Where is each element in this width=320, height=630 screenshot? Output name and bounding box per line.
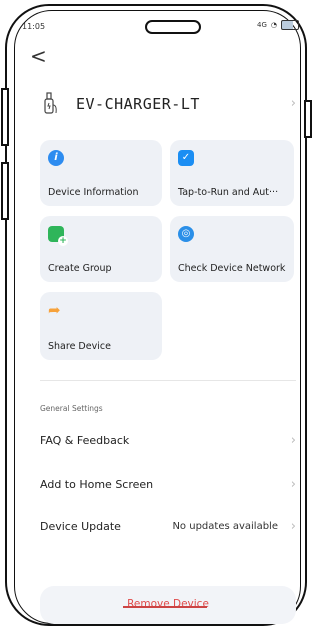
share-device-card[interactable]: ➦ Share Device	[40, 292, 162, 360]
row-label: FAQ & Feedback	[40, 433, 130, 447]
card-label: Tap-to-Run and Aut···	[178, 187, 279, 198]
section-label: General Settings	[40, 404, 103, 413]
remove-device-button[interactable]: Remove Device	[40, 586, 296, 624]
side-button-volume-down	[1, 162, 9, 220]
side-button-volume-up	[1, 88, 9, 146]
row-label: Add to Home Screen	[40, 477, 154, 491]
chevron-right-icon: ›	[290, 96, 296, 111]
remove-device-label: Remove Device	[127, 598, 209, 610]
chevron-right-icon: ›	[290, 433, 296, 448]
update-status: No updates available	[172, 520, 278, 532]
card-label: Check Device Network	[178, 263, 286, 274]
check-shield-icon: ✓	[178, 150, 194, 166]
share-arrow-icon: ➦	[48, 301, 61, 319]
chevron-right-icon: ›	[290, 519, 296, 534]
notch	[145, 20, 201, 34]
device-information-card[interactable]: i Device Information	[40, 140, 162, 206]
wifi-icon: ◔	[270, 21, 277, 29]
cellular-label: 4G	[257, 21, 267, 29]
info-icon: i	[48, 150, 64, 166]
card-label: Share Device	[48, 341, 111, 352]
status-time: 11:05	[22, 22, 46, 31]
side-button-power	[304, 100, 312, 138]
tap-to-run-card[interactable]: ✓ Tap-to-Run and Aut···	[170, 140, 294, 206]
add-to-home-row[interactable]: Add to Home Screen ›	[40, 474, 296, 494]
chevron-right-icon: ›	[290, 477, 296, 492]
faq-feedback-row[interactable]: FAQ & Feedback ›	[40, 430, 296, 450]
device-update-row[interactable]: Device Update No updates available ›	[40, 516, 296, 536]
home-indicator	[123, 606, 207, 608]
battery-icon	[281, 20, 299, 30]
check-network-card[interactable]: ◎ Check Device Network	[170, 216, 294, 282]
add-group-icon: +	[48, 226, 68, 246]
divider	[40, 380, 296, 381]
ev-charger-icon	[44, 92, 57, 114]
card-label: Device Information	[48, 187, 139, 198]
status-icons: 4G ◔	[257, 20, 299, 30]
network-icon: ◎	[178, 226, 194, 242]
card-label: Create Group	[48, 263, 112, 274]
back-button[interactable]: <	[30, 44, 47, 68]
device-header[interactable]: EV-CHARGER-LT ›	[40, 90, 300, 118]
device-name: EV-CHARGER-LT	[76, 95, 200, 113]
row-label: Device Update	[40, 519, 121, 533]
create-group-card[interactable]: + Create Group	[40, 216, 162, 282]
